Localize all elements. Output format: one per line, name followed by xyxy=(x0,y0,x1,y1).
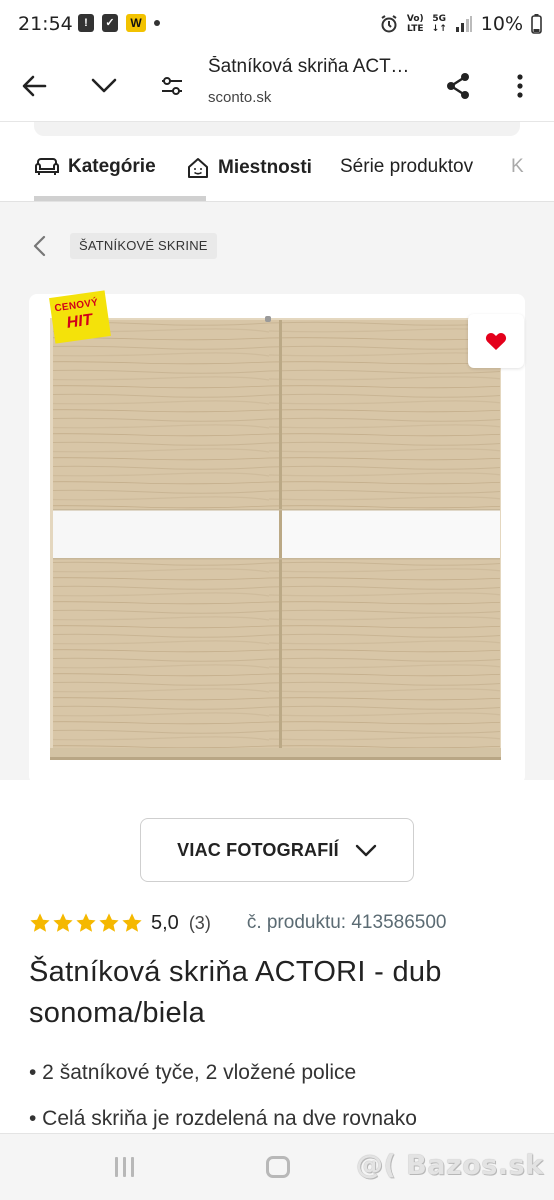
site-settings-button[interactable] xyxy=(148,62,196,110)
battery-percent: 10% xyxy=(480,13,523,35)
browser-toolbar: Šatníková skriňa ACTORI - dub sonoma/bie… xyxy=(0,52,554,122)
search-bar-remnant xyxy=(34,122,520,136)
more-notifications-dot-icon xyxy=(154,20,160,26)
heart-icon xyxy=(485,332,507,350)
star-icon xyxy=(99,913,119,932)
feature-item: • Celá skriňa je rozdelená na dve rovnak… xyxy=(29,1107,417,1130)
tab-product-series-label: Série produktov xyxy=(340,156,474,177)
star-icon xyxy=(122,913,142,932)
sofa-icon xyxy=(35,158,59,175)
active-tab-indicator xyxy=(34,196,206,201)
bazos-watermark: @( Bazos.sk xyxy=(356,1150,544,1181)
tab-categories[interactable]: Kategórie xyxy=(34,156,156,178)
check-notification-icon: ✓ xyxy=(102,14,118,32)
tab-categories-label: Kategórie xyxy=(68,156,156,177)
chevron-left-icon xyxy=(33,235,46,257)
status-right: Vo) LTE 5G ↓↑ 10% xyxy=(379,13,542,35)
battery-icon xyxy=(531,14,542,34)
page-title: Šatníková skriňa ACTORI - dub sonoma/bie… xyxy=(208,56,423,77)
rating-value: 5,0 xyxy=(151,911,179,934)
status-bar: 21:54 ! ✓ W Vo) LTE 5G ↓↑ 10% xyxy=(0,0,554,52)
badge-line1: CENOVÝ xyxy=(53,297,100,315)
more-options-button[interactable] xyxy=(496,62,544,110)
category-tabs: Kategórie Miestnosti Série produktov K xyxy=(0,146,554,202)
network-5g-indicator: 5G ↓↑ xyxy=(431,14,447,34)
alarm-icon xyxy=(381,15,397,33)
notification-icons: ! ✓ W xyxy=(78,14,160,32)
rating-stars[interactable] xyxy=(29,912,143,934)
arrow-left-icon xyxy=(22,75,47,97)
price-hit-badge: CENOVÝ HIT xyxy=(49,290,111,344)
tab-more-label: K xyxy=(511,156,524,177)
breadcrumb-back-button[interactable] xyxy=(30,234,50,258)
volte-indicator: Vo) LTE xyxy=(406,14,424,34)
tab-product-series[interactable]: Série produktov xyxy=(340,156,473,178)
chevron-down-icon xyxy=(355,844,377,856)
recents-button[interactable] xyxy=(112,1157,136,1177)
product-title: Šatníková skriňa ACTORI - dub sonoma/bie… xyxy=(29,956,442,1029)
more-photos-label: VIAC FOTOGRAFIÍ xyxy=(177,839,339,860)
rating-row: 5,0 (3) č. produktu: 413586500 xyxy=(29,909,529,937)
feature-item: • 2 šatníkové tyče, 2 vložené police xyxy=(29,1061,357,1084)
product-image-card[interactable] xyxy=(29,294,525,784)
star-icon xyxy=(30,913,50,932)
back-button[interactable] xyxy=(10,62,58,110)
tab-rooms[interactable]: Miestnosti xyxy=(186,156,312,180)
tune-icon xyxy=(162,77,182,95)
share-button[interactable] xyxy=(434,62,482,110)
signal-icon xyxy=(455,16,472,32)
status-time: 21:54 xyxy=(18,13,73,35)
page-url: sconto.sk xyxy=(208,89,272,106)
more-vertical-icon xyxy=(517,74,523,98)
collapse-button[interactable] xyxy=(80,62,128,110)
star-icon xyxy=(76,913,96,932)
alert-notification-icon: ! xyxy=(78,14,94,32)
rating-count[interactable]: (3) xyxy=(189,913,211,934)
tab-rooms-label: Miestnosti xyxy=(218,157,312,178)
share-icon xyxy=(447,73,469,99)
more-photos-button[interactable]: VIAC FOTOGRAFIÍ xyxy=(140,818,414,882)
tab-more[interactable]: K xyxy=(511,156,524,178)
wardrobe-image xyxy=(50,316,501,760)
badge-line2: HIT xyxy=(65,311,94,332)
home-button[interactable] xyxy=(266,1156,290,1178)
house-icon xyxy=(188,158,208,178)
w-app-icon: W xyxy=(126,14,146,32)
breadcrumb-category[interactable]: ŠATNÍKOVÉ SKRINE xyxy=(70,233,217,259)
add-to-favorites-button[interactable] xyxy=(468,314,524,368)
chevron-down-icon xyxy=(91,78,117,93)
star-icon xyxy=(53,913,73,932)
product-code: č. produktu: 413586500 xyxy=(246,912,447,933)
system-navigation-bar: @( Bazos.sk xyxy=(0,1133,554,1200)
